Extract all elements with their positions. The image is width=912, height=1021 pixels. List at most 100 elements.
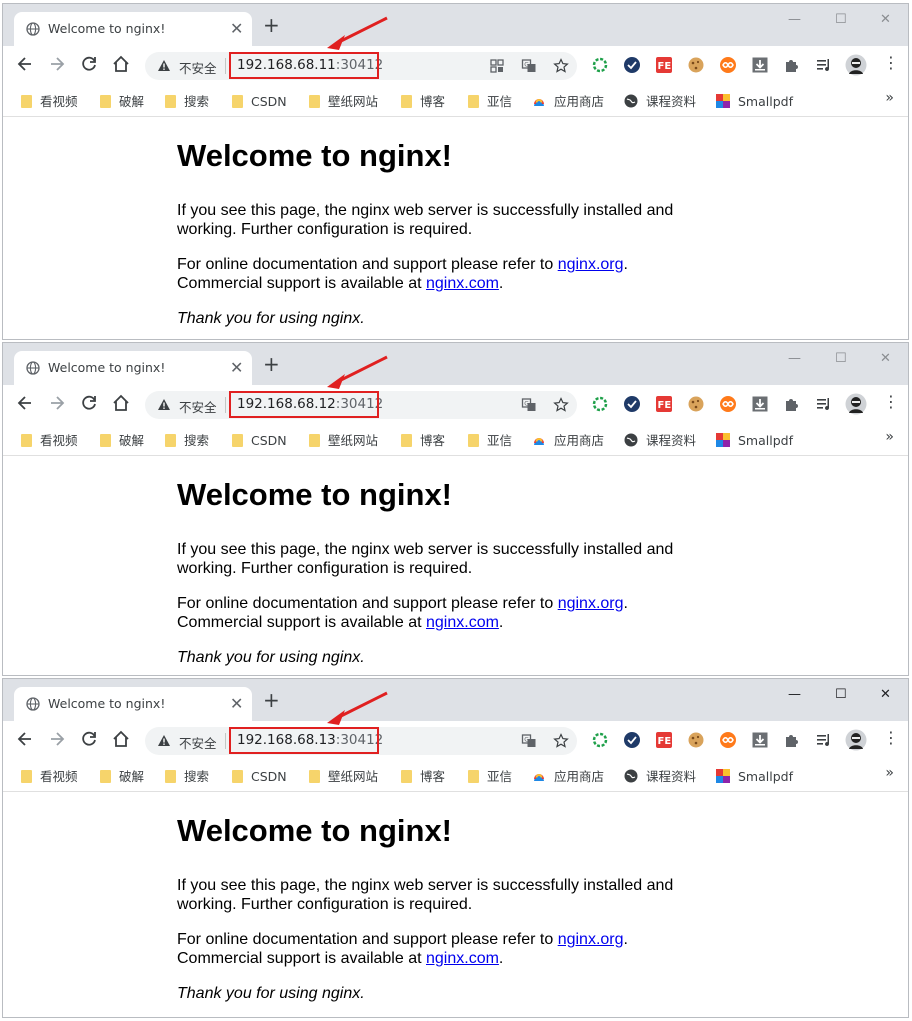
bookmark-item[interactable]: Smallpdf: [716, 430, 793, 448]
download-icon[interactable]: [751, 731, 769, 749]
bookmark-item[interactable]: 博客: [401, 91, 445, 109]
bookmark-item[interactable]: 搜索: [165, 430, 209, 448]
bookmark-item[interactable]: CSDN: [232, 430, 287, 448]
nginx-org-link[interactable]: nginx.org: [558, 931, 624, 948]
warning-icon[interactable]: [157, 398, 171, 412]
nginx-com-link[interactable]: nginx.com: [426, 275, 499, 292]
maximize-button[interactable]: ☐: [835, 688, 847, 702]
bookmark-item[interactable]: 应用商店: [532, 430, 604, 448]
maximize-button[interactable]: ☐: [835, 13, 847, 27]
bookmark-item[interactable]: 亚信: [468, 91, 512, 109]
bookmark-item[interactable]: 博客: [401, 766, 445, 784]
minimize-button[interactable]: —: [788, 688, 801, 702]
infinity-extension-icon[interactable]: [719, 395, 737, 413]
bookmark-item[interactable]: CSDN: [232, 766, 287, 784]
infinity-extension-icon[interactable]: [719, 56, 737, 74]
forward-icon[interactable]: [47, 393, 67, 413]
fe-extension-icon[interactable]: FE: [655, 56, 673, 74]
bookmark-item[interactable]: 亚信: [468, 430, 512, 448]
cookie-icon[interactable]: [687, 395, 705, 413]
menu-icon[interactable]: ⋮: [883, 54, 899, 72]
home-icon[interactable]: [111, 54, 131, 74]
warning-icon[interactable]: [157, 734, 171, 748]
forward-icon[interactable]: [47, 729, 67, 749]
new-tab-button[interactable]: +: [263, 690, 280, 710]
bookmark-item[interactable]: 应用商店: [532, 91, 604, 109]
close-tab-icon[interactable]: ✕: [230, 21, 243, 37]
address-bar[interactable]: 不安全 192.168.68.11:30412 G: [145, 52, 577, 80]
bookmarks-overflow-icon[interactable]: »: [885, 765, 894, 781]
media-queue-icon[interactable]: [815, 395, 833, 413]
bookmarks-overflow-icon[interactable]: »: [885, 90, 894, 106]
home-icon[interactable]: [111, 729, 131, 749]
puzzle-extensions-icon[interactable]: [783, 56, 801, 74]
reload-icon[interactable]: [79, 729, 99, 749]
bookmark-item[interactable]: CSDN: [232, 91, 287, 109]
forward-icon[interactable]: [47, 54, 67, 74]
bookmark-item[interactable]: Smallpdf: [716, 91, 793, 109]
browser-tab[interactable]: Welcome to nginx! ✕: [14, 12, 252, 46]
bookmark-item[interactable]: 亚信: [468, 766, 512, 784]
browser-tab[interactable]: Welcome to nginx! ✕: [14, 351, 252, 385]
bookmark-item[interactable]: 壁纸网站: [309, 766, 378, 784]
bookmark-item[interactable]: 应用商店: [532, 766, 604, 784]
bookmark-item[interactable]: 壁纸网站: [309, 91, 378, 109]
warning-icon[interactable]: [157, 59, 171, 73]
download-icon[interactable]: [751, 395, 769, 413]
bookmark-item[interactable]: 看视频: [21, 766, 78, 784]
address-bar[interactable]: 不安全 192.168.68.13:30412 G: [145, 727, 577, 755]
bookmark-item[interactable]: 看视频: [21, 91, 78, 109]
bookmark-item[interactable]: 课程资料: [624, 91, 696, 109]
back-icon[interactable]: [15, 393, 35, 413]
infinity-extension-icon[interactable]: [719, 731, 737, 749]
gear-extension-icon[interactable]: [591, 395, 609, 413]
close-window-button[interactable]: ✕: [880, 688, 891, 702]
gear-extension-icon[interactable]: [591, 56, 609, 74]
bookmark-item[interactable]: 课程资料: [624, 430, 696, 448]
puzzle-extensions-icon[interactable]: [783, 731, 801, 749]
cookie-icon[interactable]: [687, 56, 705, 74]
star-icon[interactable]: [553, 733, 569, 749]
fe-extension-icon[interactable]: FE: [655, 395, 673, 413]
translate-icon[interactable]: G: [521, 397, 537, 413]
cookie-icon[interactable]: [687, 731, 705, 749]
bookmark-item[interactable]: 破解: [100, 766, 144, 784]
address-bar[interactable]: 不安全 192.168.68.12:30412 G: [145, 391, 577, 419]
reload-icon[interactable]: [79, 54, 99, 74]
star-icon[interactable]: [553, 397, 569, 413]
translate-icon[interactable]: G: [521, 733, 537, 749]
qr-code-icon[interactable]: [489, 58, 505, 74]
fe-extension-icon[interactable]: FE: [655, 731, 673, 749]
check-extension-icon[interactable]: [623, 731, 641, 749]
new-tab-button[interactable]: +: [263, 15, 280, 35]
back-icon[interactable]: [15, 729, 35, 749]
check-extension-icon[interactable]: [623, 395, 641, 413]
nginx-org-link[interactable]: nginx.org: [558, 256, 624, 273]
nginx-org-link[interactable]: nginx.org: [558, 595, 624, 612]
download-icon[interactable]: [751, 56, 769, 74]
check-extension-icon[interactable]: [623, 56, 641, 74]
avatar[interactable]: [845, 729, 867, 751]
menu-icon[interactable]: ⋮: [883, 393, 899, 411]
bookmark-item[interactable]: 搜索: [165, 91, 209, 109]
media-queue-icon[interactable]: [815, 56, 833, 74]
close-tab-icon[interactable]: ✕: [230, 360, 243, 376]
gear-extension-icon[interactable]: [591, 731, 609, 749]
bookmark-item[interactable]: 课程资料: [624, 766, 696, 784]
nginx-com-link[interactable]: nginx.com: [426, 950, 499, 967]
avatar[interactable]: [845, 393, 867, 415]
bookmark-item[interactable]: Smallpdf: [716, 766, 793, 784]
bookmarks-overflow-icon[interactable]: »: [885, 429, 894, 445]
menu-icon[interactable]: ⋮: [883, 729, 899, 747]
bookmark-item[interactable]: 破解: [100, 91, 144, 109]
bookmark-item[interactable]: 看视频: [21, 430, 78, 448]
minimize-button[interactable]: —: [788, 13, 801, 27]
maximize-button[interactable]: ☐: [835, 352, 847, 366]
nginx-com-link[interactable]: nginx.com: [426, 614, 499, 631]
minimize-button[interactable]: —: [788, 352, 801, 366]
bookmark-item[interactable]: 破解: [100, 430, 144, 448]
avatar[interactable]: [845, 54, 867, 76]
bookmark-item[interactable]: 搜索: [165, 766, 209, 784]
media-queue-icon[interactable]: [815, 731, 833, 749]
close-tab-icon[interactable]: ✕: [230, 696, 243, 712]
